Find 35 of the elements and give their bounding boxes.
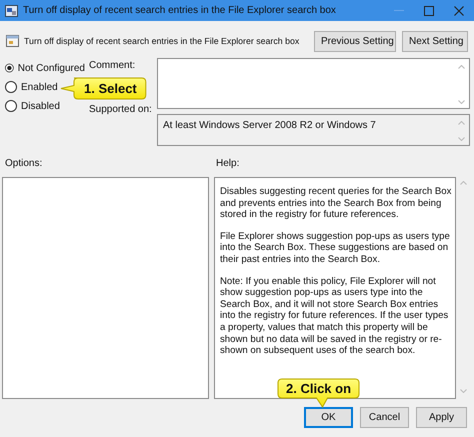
help-paragraph: Note: If you enable this policy, File Explorer will not show suggestion pop-ups as users type into the Search Box, and it will not store Search Box entries into the registry for future references. If the user types a property, values that match this property will be shown but no data will be saved in the registry or re-shown on subsequent uses of the search box. (220, 276, 450, 357)
help-paragraph: Disables suggesting recent queries for the Search Box and prevents entries into the Search Box from being stored in the registry for future references. (220, 186, 452, 221)
next-setting-button[interactable]: Next Setting (402, 30, 468, 52)
radio-button[interactable] (5, 81, 17, 93)
supported-on-value: At least Windows Server 2008 R2 or Windows 7 (162, 119, 376, 133)
radio-label[interactable]: Not Configured (18, 62, 85, 74)
radio-label[interactable]: Disabled (21, 100, 60, 112)
ok-button[interactable]: OK (304, 407, 353, 428)
radio-button[interactable] (5, 62, 14, 74)
callout: 1. Select (60, 77, 147, 100)
supported-on-label: Supported on: (89, 104, 153, 115)
radio-button[interactable] (5, 100, 17, 112)
apply-button[interactable]: Apply (416, 407, 467, 428)
window-title: Turn off display of recent search entries in the File Explorer search box (23, 5, 337, 16)
scroll-up-icon[interactable] (458, 121, 465, 125)
policy-icon (5, 4, 18, 16)
callout: 2. Click on (277, 378, 360, 408)
cancel-button[interactable]: Cancel (360, 407, 409, 428)
close-icon[interactable] (454, 6, 464, 16)
help-label: Help: (216, 158, 240, 171)
previous-setting-button[interactable]: Previous Setting (314, 30, 396, 52)
scroll-up-icon[interactable] (460, 181, 467, 185)
scroll-down-icon[interactable] (460, 389, 467, 393)
comment-label: Comment: (89, 60, 136, 71)
policy-name: Turn off display of recent search entries in the File Explorer search box (24, 36, 300, 46)
maximize-icon[interactable] (424, 6, 434, 16)
scroll-down-icon[interactable] (458, 137, 465, 141)
radio-label[interactable]: Enabled (21, 82, 58, 92)
scroll-down-icon[interactable] (458, 100, 465, 104)
comment-field[interactable] (157, 58, 470, 109)
minimize-icon[interactable] (394, 10, 404, 11)
options-label: Options: (5, 158, 44, 171)
help-paragraph: File Explorer shows suggestion pop-ups as users type into the Search Box. These suggestions are based on their past entries into the Search Box. (220, 230, 451, 266)
scroll-up-icon[interactable] (458, 65, 465, 69)
policy-icon (6, 35, 19, 47)
